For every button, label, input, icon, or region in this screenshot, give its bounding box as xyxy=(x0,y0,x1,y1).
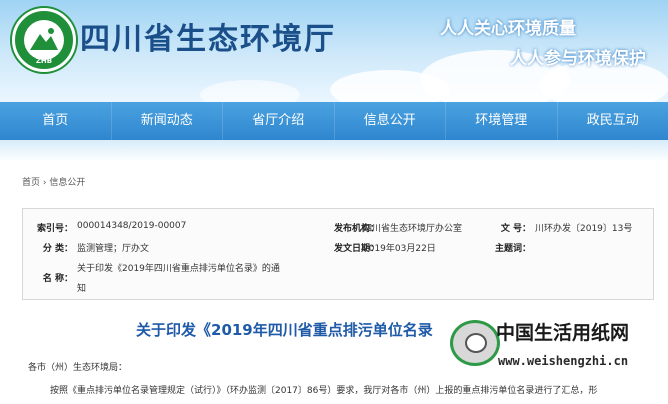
name-value-line-2: 知 xyxy=(77,284,87,294)
breadcrumb-separator: › xyxy=(40,178,50,188)
nav-item-interaction[interactable]: 政民互动 xyxy=(558,102,668,140)
docno-label: 文 号： xyxy=(500,224,531,234)
index-value: 000014348/2019-00007 xyxy=(77,221,187,231)
main-nav: 首页 新闻动态 省厅介绍 信息公开 环境管理 政民互动 xyxy=(0,102,668,140)
subject-label: 主题词： xyxy=(494,244,531,254)
nav-item-env-management[interactable]: 环境管理 xyxy=(446,102,558,140)
nav-item-news[interactable]: 新闻动态 xyxy=(112,102,223,140)
name-label: 名 称： xyxy=(42,274,73,284)
watermark-text: 中国生活用纸网 xyxy=(496,322,630,344)
breadcrumb-current[interactable]: 信息公开 xyxy=(49,178,85,188)
logo-text: ZHB xyxy=(35,57,53,65)
site-header: ZHB 四川省生态环境厅 人人关心环境质量 人人参与环境保护 xyxy=(0,0,668,102)
category-value: 监测管理；厅办文 xyxy=(77,244,150,254)
name-value-line-1: 关于印发《2019年四川省重点排污单位名录》的通 xyxy=(77,264,280,274)
document-info-panel: 索引号： 000014348/2019-00007 分 类： 监测管理；厅办文 … xyxy=(22,208,654,300)
category-label: 分 类： xyxy=(42,244,73,254)
logo-emblem xyxy=(24,20,64,60)
nav-item-disclosure[interactable]: 信息公开 xyxy=(335,102,446,140)
publisher-value: 四川省生态环境厅办公室 xyxy=(363,224,463,234)
document-title: 关于印发《2019年四川省重点排污单位名录 xyxy=(136,321,433,339)
paper-roll-icon xyxy=(465,333,487,353)
mountain-icon xyxy=(30,28,58,50)
index-label: 索引号： xyxy=(36,224,73,234)
nav-item-home[interactable]: 首页 xyxy=(0,102,112,140)
docno-value: 川环办发〔2019〕13号 xyxy=(535,224,633,234)
nav-item-about[interactable]: 省厅介绍 xyxy=(223,102,335,140)
breadcrumb-home[interactable]: 首页 xyxy=(22,178,40,188)
cloud-decoration xyxy=(200,80,300,102)
slogan-line-1: 人人关心环境质量 xyxy=(440,19,576,39)
salutation: 各市（州）生态环境局： xyxy=(28,363,128,373)
watermark-logo xyxy=(450,320,500,366)
date-value: 2019年03月22日 xyxy=(363,244,436,254)
watermark-url: www.weishengzhi.cn xyxy=(498,354,629,368)
slogan-line-2: 人人参与环境保护 xyxy=(510,49,646,69)
breadcrumb: 首页 › 信息公开 xyxy=(22,175,85,188)
site-title[interactable]: 四川省生态环境厅 xyxy=(80,14,336,58)
site-logo[interactable]: ZHB xyxy=(12,8,76,72)
body-paragraph: 按照《重点排污单位名录管理规定（试行）》（环办监测〔2017〕86号）要求，我厅… xyxy=(50,386,598,396)
nav-shadow-band xyxy=(0,140,668,162)
watermark: 中国生活用纸网 www.weishengzhi.cn xyxy=(446,316,646,376)
